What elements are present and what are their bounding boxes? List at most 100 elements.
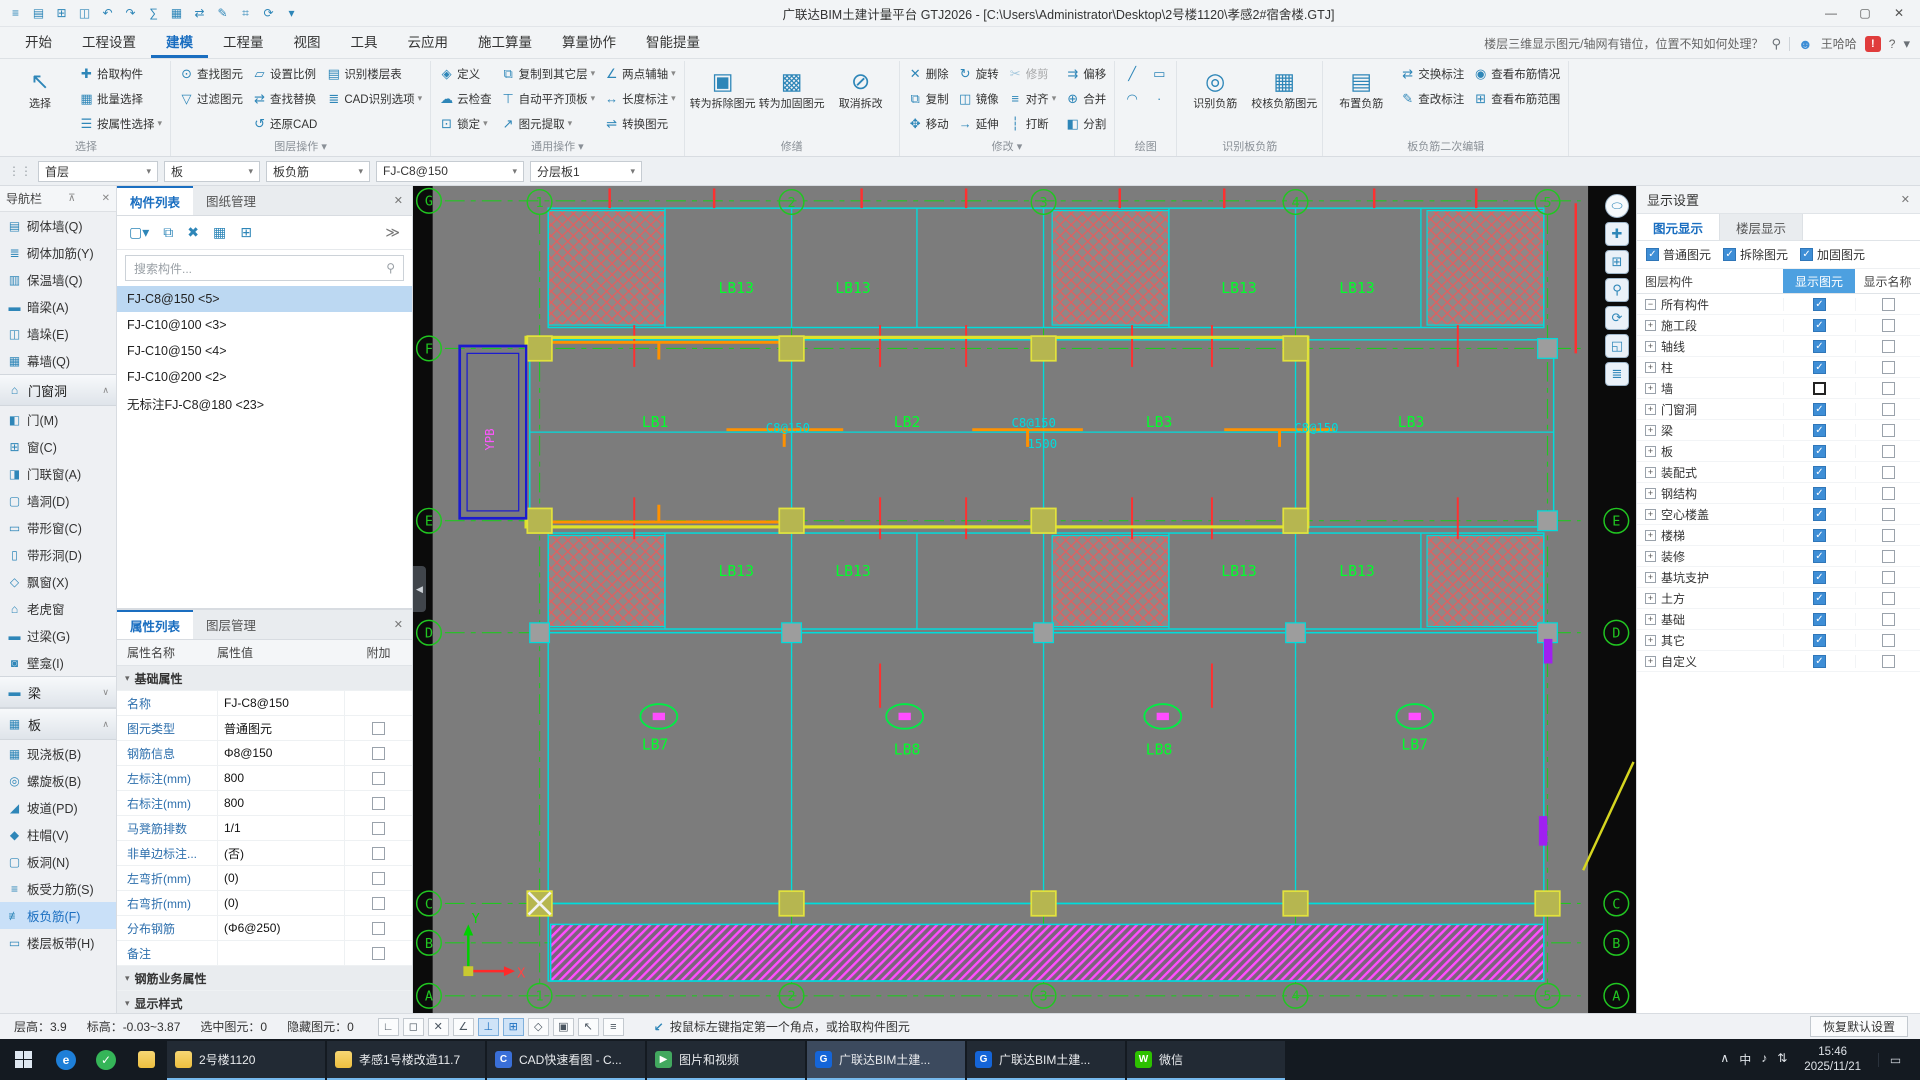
show-element-checkbox[interactable] <box>1813 382 1826 395</box>
expand-icon[interactable]: + <box>1645 425 1656 436</box>
attach-checkbox[interactable] <box>372 797 385 810</box>
column-header-show[interactable]: 显示图元 <box>1783 269 1855 293</box>
show-name-checkbox[interactable] <box>1882 613 1895 626</box>
nav-item-insulation[interactable]: ▥保温墙(Q) <box>0 266 116 293</box>
table-icon[interactable]: ▦ <box>165 3 188 24</box>
property-value[interactable]: (0) <box>217 866 345 890</box>
show-element-checkbox[interactable]: ✓ <box>1813 592 1826 605</box>
expand-icon[interactable]: + <box>1645 467 1656 478</box>
filter-checkbox[interactable]: ✓ <box>1800 248 1813 261</box>
user-name[interactable]: 王哈哈 <box>1821 35 1857 52</box>
network-icon[interactable]: ⇅ <box>1777 1051 1787 1068</box>
show-element-checkbox[interactable]: ✓ <box>1813 634 1826 647</box>
filter-1[interactable]: ✓拆除图元 <box>1723 246 1788 263</box>
lineweight-toggle[interactable]: ≡ <box>603 1018 624 1036</box>
property-section-row[interactable]: ▾钢筋业务属性 <box>117 966 412 991</box>
menu-tab-tools[interactable]: 工具 <box>336 27 393 58</box>
menu-tab-modeling[interactable]: 建模 <box>151 27 208 58</box>
show-element-checkbox[interactable]: ✓ <box>1813 529 1826 542</box>
property-row[interactable]: 非单边标注...(否) <box>117 841 412 866</box>
property-row[interactable]: 备注 <box>117 941 412 966</box>
ribbon-button-convert[interactable]: ⇌转换图元 <box>601 111 679 136</box>
tab-layer-management[interactable]: 图层管理 <box>193 610 269 639</box>
component-list-item[interactable]: 无标注FJ-C8@180 <23> <box>117 390 412 416</box>
component-list-item[interactable]: FJ-C10@200 <2> <box>117 364 412 390</box>
start-button[interactable] <box>0 1039 46 1080</box>
property-value[interactable]: (Φ6@250) <box>217 916 345 940</box>
layer-select-floor[interactable]: 首层▾ <box>38 161 158 182</box>
layer-row[interactable]: +其它✓ <box>1637 630 1920 651</box>
show-name-checkbox[interactable] <box>1882 487 1895 500</box>
save-icon[interactable]: ◫ <box>73 3 96 24</box>
tab-component-list[interactable]: 构件列表 <box>117 186 193 215</box>
menu-tab-home[interactable]: 开始 <box>10 27 67 58</box>
ribbon-button-offset[interactable]: ⇉偏移 <box>1062 61 1109 86</box>
attach-checkbox[interactable] <box>372 722 385 735</box>
layer-row[interactable]: +柱✓ <box>1637 357 1920 378</box>
show-name-checkbox[interactable] <box>1882 592 1895 605</box>
property-row[interactable]: 钢筋信息Φ8@150 <box>117 741 412 766</box>
cad-canvas[interactable]: 1234512345GFEDCBAEDCBALB13LB13LB13LB13LB… <box>413 186 1636 1013</box>
nav-section-slab-section[interactable]: ▦板∧ <box>0 708 116 740</box>
layer-select-component[interactable]: FJ-C8@150▾ <box>376 161 524 182</box>
layer-select-category[interactable]: 板▾ <box>164 161 260 182</box>
zoom-extents-icon[interactable]: ⚲ <box>1605 278 1629 302</box>
property-value[interactable]: 普通图元 <box>217 716 345 740</box>
ribbon-button-auto-align[interactable]: ⊤自动平齐顶板▾ <box>498 86 599 111</box>
nav-item-ramp[interactable]: ◢坡道(PD) <box>0 794 116 821</box>
layer-row[interactable]: +装配式✓ <box>1637 462 1920 483</box>
expand-icon[interactable]: + <box>1645 635 1656 646</box>
layer-row[interactable]: +装修✓ <box>1637 546 1920 567</box>
app-menu-icon[interactable]: ≡ <box>4 3 27 24</box>
show-element-checkbox[interactable]: ✓ <box>1813 655 1826 668</box>
nav-item-floor-strip[interactable]: ▭楼层板带(H) <box>0 929 116 956</box>
expand-icon[interactable]: + <box>1645 572 1656 583</box>
attach-checkbox[interactable] <box>372 947 385 960</box>
pan-tool-icon[interactable]: ✚ <box>1605 222 1629 246</box>
nav-item-column-cap[interactable]: ◆柱帽(V) <box>0 821 116 848</box>
new-file-icon[interactable]: ▤ <box>27 3 50 24</box>
help-button[interactable]: ? <box>1889 37 1896 51</box>
nav-item-main-rebar[interactable]: ≡板受力筋(S) <box>0 875 116 902</box>
ribbon-button-demolish[interactable]: ▣转为拆除图元 <box>690 61 756 126</box>
property-row[interactable]: 右弯折(mm)(0) <box>117 891 412 916</box>
chevron-down-icon[interactable]: ▾ <box>1903 36 1910 52</box>
ribbon-button-extract[interactable]: ↗图元提取▾ <box>498 111 599 136</box>
ribbon-button-copy[interactable]: ⧉复制 <box>905 86 952 111</box>
ribbon-button-lock[interactable]: ⊡锁定▾ <box>436 111 495 136</box>
nav-item-slab-hole[interactable]: ▢板洞(N) <box>0 848 116 875</box>
show-name-checkbox[interactable] <box>1882 508 1895 521</box>
minimize-button[interactable]: — <box>1814 1 1848 26</box>
select-mode-toggle[interactable]: ↖ <box>578 1018 599 1036</box>
show-name-checkbox[interactable] <box>1882 319 1895 332</box>
expand-icon[interactable]: + <box>1645 362 1656 373</box>
maximize-button[interactable]: ▢ <box>1848 1 1882 26</box>
close-icon[interactable]: ✕ <box>385 610 412 639</box>
expand-icon[interactable]: + <box>1645 446 1656 457</box>
ribbon-button-cad-restore[interactable]: ↺还原CAD <box>249 111 320 136</box>
nav-item-wall-hole[interactable]: ▢墙洞(D) <box>0 487 116 514</box>
property-value[interactable]: Φ8@150 <box>217 741 345 765</box>
taskbar-window-folder[interactable]: 孝感1号楼改造11.7 <box>327 1041 485 1080</box>
filter-0[interactable]: ✓普通图元 <box>1646 246 1711 263</box>
menu-tab-quantity-collaboration[interactable]: 算量协作 <box>547 27 631 58</box>
property-row[interactable]: 图元类型普通图元 <box>117 716 412 741</box>
delete-component-button[interactable]: ✖ <box>187 224 199 241</box>
component-list-item[interactable]: FJ-C10@150 <4> <box>117 338 412 364</box>
layer-select-subcategory[interactable]: 板负筋▾ <box>266 161 370 182</box>
compare-icon[interactable]: ⇄ <box>188 3 211 24</box>
input-method-indicator[interactable]: 中 <box>1739 1051 1751 1068</box>
security-app-icon[interactable]: ✓ <box>86 1039 126 1080</box>
show-name-checkbox[interactable] <box>1882 424 1895 437</box>
sum-icon[interactable]: ∑ <box>142 3 165 24</box>
layer-row[interactable]: +施工段✓ <box>1637 315 1920 336</box>
close-icon[interactable]: ✕ <box>102 193 110 204</box>
ribbon-button-pick[interactable]: ✚拾取构件 <box>76 61 165 86</box>
nav-item-bay-window[interactable]: ◇飘窗(X) <box>0 568 116 595</box>
component-search-input[interactable]: 搜索构件... ⚲ <box>125 255 404 281</box>
restore-default-settings-button[interactable]: 恢复默认设置 <box>1810 1016 1908 1037</box>
redo-icon[interactable]: ↷ <box>119 3 142 24</box>
property-row[interactable]: 左标注(mm)800 <box>117 766 412 791</box>
ribbon-button-replace[interactable]: ⇄查找替换 <box>249 86 320 111</box>
ribbon-button-line[interactable]: ╱ <box>1120 61 1144 86</box>
